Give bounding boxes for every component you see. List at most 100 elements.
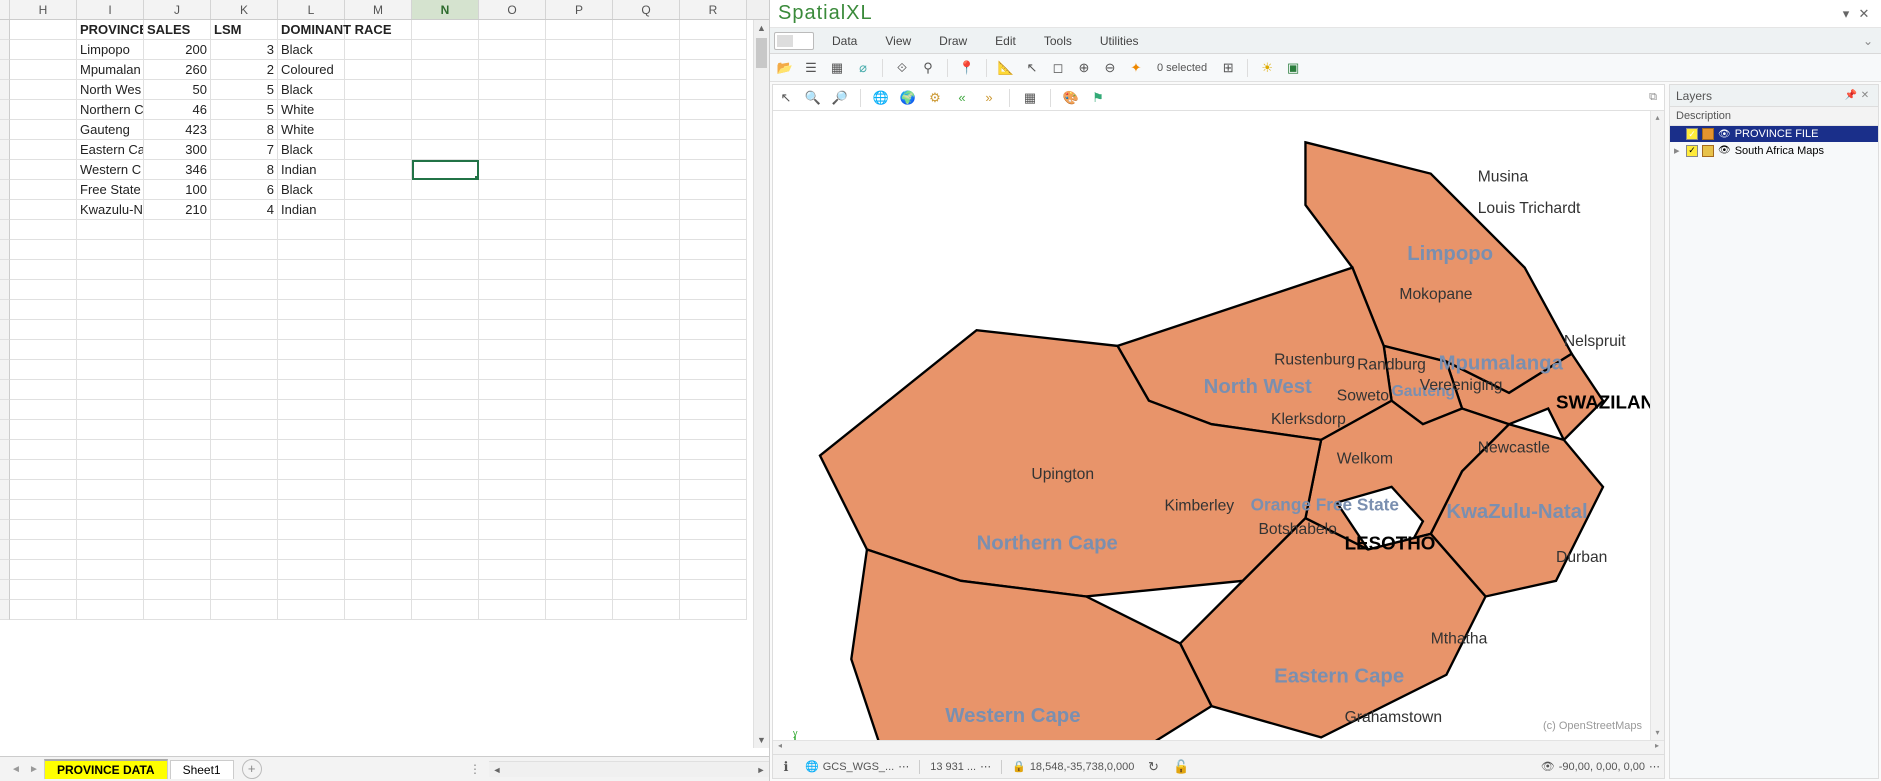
cell-K-24[interactable] [211,480,278,500]
cell-L-3[interactable]: Coloured [278,60,345,80]
dock-icon[interactable]: ⧉ [1646,91,1660,104]
select-arrow-icon[interactable]: ↖ [1023,59,1041,77]
map-canvas[interactable]: Limpopo Mpumalanga North West Gauteng Kw… [773,111,1650,740]
cell-I-2[interactable]: Limpopo [77,40,144,60]
cell-K-28[interactable] [211,560,278,580]
cell-Q-3[interactable] [613,60,680,80]
cell-K-16[interactable] [211,320,278,340]
cell-H-19[interactable] [10,380,77,400]
menu-edit[interactable]: Edit [981,31,1030,51]
cell-L-10[interactable]: Indian [278,200,345,220]
cell-O-21[interactable] [479,420,546,440]
col-header-I[interactable]: I [77,0,144,19]
cell-J-11[interactable] [144,220,211,240]
cell-P-5[interactable] [546,100,613,120]
cell-R-24[interactable] [680,480,747,500]
cell-I-29[interactable] [77,580,144,600]
col-header-N[interactable]: N [412,0,479,19]
cell-K-25[interactable] [211,500,278,520]
cell-O-3[interactable] [479,60,546,80]
cell-K-2[interactable]: 3 [211,40,278,60]
cell-K-19[interactable] [211,380,278,400]
map-hscroll[interactable]: ◂▸ [773,740,1664,754]
cell-H-12[interactable] [10,240,77,260]
cell-O-27[interactable] [479,540,546,560]
cell-P-26[interactable] [546,520,613,540]
zoom-in-icon[interactable]: 🔍 [804,89,822,107]
cell-I-4[interactable]: North Wes [77,80,144,100]
cell-K-17[interactable] [211,340,278,360]
cell-N-26[interactable] [412,520,479,540]
cell-K-11[interactable] [211,220,278,240]
next-extent-icon[interactable]: » [980,89,998,107]
menu-tools[interactable]: Tools [1030,31,1086,51]
cell-H-18[interactable] [10,360,77,380]
cell-R-5[interactable] [680,100,747,120]
cell-I-11[interactable] [77,220,144,240]
cell-R-17[interactable] [680,340,747,360]
cell-J-19[interactable] [144,380,211,400]
cell-R-6[interactable] [680,120,747,140]
cell-H-20[interactable] [10,400,77,420]
cell-R-22[interactable] [680,440,747,460]
cell-P-13[interactable] [546,260,613,280]
cell-Q-18[interactable] [613,360,680,380]
cell-H-4[interactable] [10,80,77,100]
cell-I-18[interactable] [77,360,144,380]
cell-J-16[interactable] [144,320,211,340]
col-header-M[interactable]: M [345,0,412,19]
cell-H-23[interactable] [10,460,77,480]
layer-item-1[interactable]: ▸✓👁South Africa Maps [1670,142,1878,159]
cell-M-1[interactable] [345,20,412,40]
cell-P-29[interactable] [546,580,613,600]
cell-R-26[interactable] [680,520,747,540]
cell-H-7[interactable] [10,140,77,160]
cell-I-13[interactable] [77,260,144,280]
cell-R-14[interactable] [680,280,747,300]
globe-full-icon[interactable]: 🌐 [872,89,890,107]
cell-N-5[interactable] [412,100,479,120]
cell-H-13[interactable] [10,260,77,280]
cell-H-17[interactable] [10,340,77,360]
cell-O-16[interactable] [479,320,546,340]
cell-L-25[interactable] [278,500,345,520]
cell-H-15[interactable] [10,300,77,320]
cell-K-13[interactable] [211,260,278,280]
cell-P-28[interactable] [546,560,613,580]
cell-K-4[interactable]: 5 [211,80,278,100]
cell-H-28[interactable] [10,560,77,580]
cell-Q-11[interactable] [613,220,680,240]
cell-I-10[interactable]: Kwazulu-N [77,200,144,220]
layers-icon[interactable]: ☰ [802,59,820,77]
cell-R-30[interactable] [680,600,747,620]
cell-R-27[interactable] [680,540,747,560]
cell-Q-1[interactable] [613,20,680,40]
cell-K-6[interactable]: 8 [211,120,278,140]
sun-icon[interactable]: ☀ [1258,59,1276,77]
cell-H-24[interactable] [10,480,77,500]
cell-K-10[interactable]: 4 [211,200,278,220]
cell-Q-16[interactable] [613,320,680,340]
col-header-Q[interactable]: Q [613,0,680,19]
cell-N-2[interactable] [412,40,479,60]
cell-L-19[interactable] [278,380,345,400]
cell-R-8[interactable] [680,160,747,180]
select-remove-icon[interactable]: ⊖ [1101,59,1119,77]
cell-H-16[interactable] [10,320,77,340]
dropdown-button[interactable]: ▾ [1837,6,1855,22]
new-sheet-button[interactable]: + [242,759,262,779]
cell-O-10[interactable] [479,200,546,220]
cell-M-11[interactable] [345,220,412,240]
map-vscroll[interactable]: ▴▾ [1650,111,1664,740]
cell-Q-4[interactable] [613,80,680,100]
cell-K-23[interactable] [211,460,278,480]
cell-L-2[interactable]: Black [278,40,345,60]
cell-K-22[interactable] [211,440,278,460]
cell-O-26[interactable] [479,520,546,540]
grid-icon[interactable]: ▦ [1021,89,1039,107]
cell-P-8[interactable] [546,160,613,180]
sheet-tab-other[interactable]: Sheet1 [170,760,234,779]
menu-view[interactable]: View [871,31,925,51]
cell-Q-20[interactable] [613,400,680,420]
pin-icon[interactable]: 📍 [958,59,976,77]
